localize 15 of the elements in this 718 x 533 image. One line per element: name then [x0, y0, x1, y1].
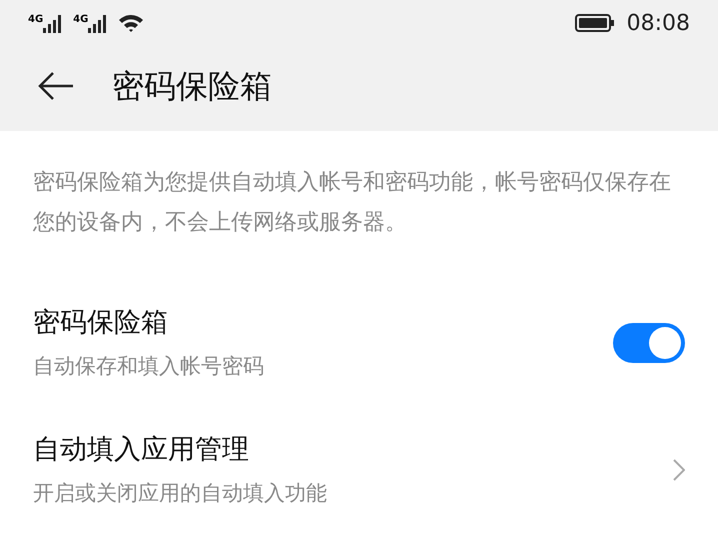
setting-subtitle: 自动保存和填入帐号密码	[33, 353, 264, 380]
chevron-icon[interactable]	[673, 458, 685, 480]
wifi-icon	[118, 13, 144, 33]
description-text: 密码保险箱为您提供自动填入帐号和密码功能，帐号密码仅保存在您的设备内，不会上传网络或服务器。	[32, 169, 672, 237]
setting-title: 自动填入应用管理	[33, 432, 250, 466]
battery-icon	[574, 13, 615, 33]
signal-icon	[88, 15, 108, 33]
status-time: 08:08	[626, 10, 690, 38]
toggle-switch[interactable]	[613, 322, 685, 362]
setting-subtitle: 开启或关闭应用的自动填入功能	[33, 480, 327, 507]
network-type: 4G	[28, 15, 44, 25]
page-title: 密码保险箱	[112, 66, 272, 106]
signal-icon	[43, 15, 64, 33]
network-type: 4G	[73, 15, 88, 25]
setting-title: 密码保险箱	[33, 306, 169, 340]
